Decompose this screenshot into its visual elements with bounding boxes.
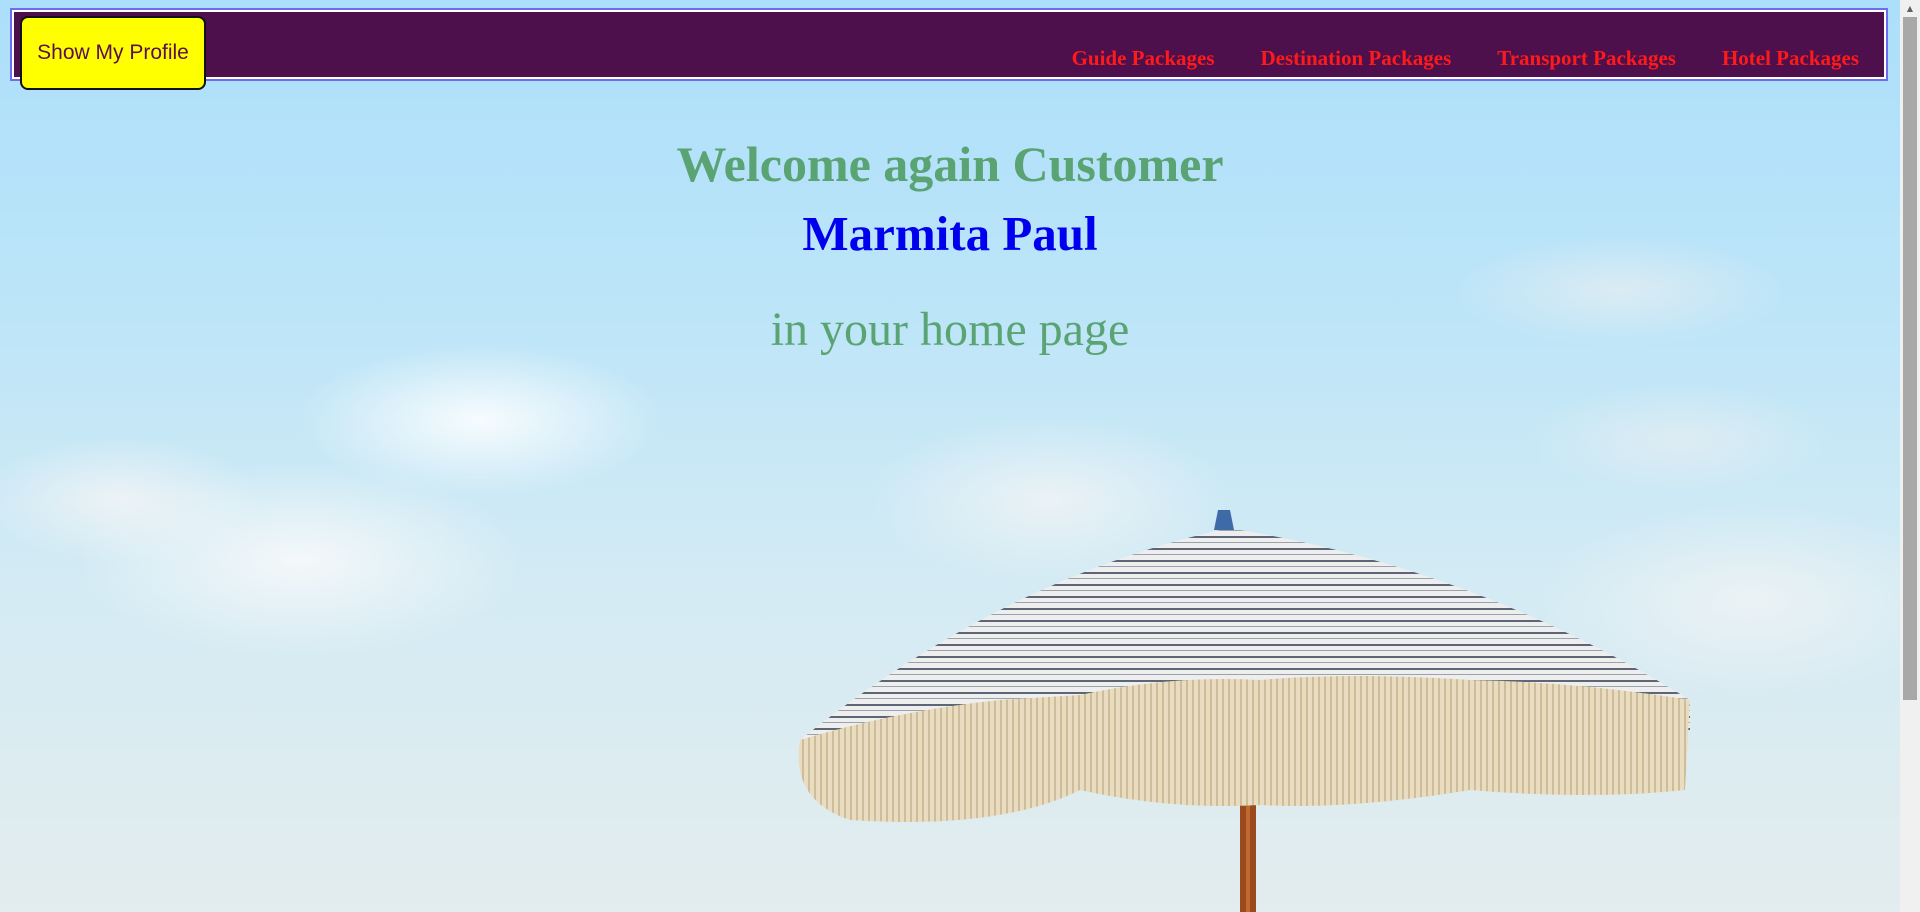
navbar-inner: Guide Packages Destination Packages Tran… bbox=[14, 12, 1884, 77]
beach-umbrella-image bbox=[798, 510, 1690, 912]
customer-name: Marmita Paul bbox=[802, 206, 1098, 261]
scroll-up-arrow-icon[interactable]: ▲ bbox=[1900, 0, 1920, 16]
welcome-heading: Welcome again Customer bbox=[676, 136, 1224, 192]
nav-link-destination-packages[interactable]: Destination Packages bbox=[1261, 46, 1452, 71]
nav-link-transport-packages[interactable]: Transport Packages bbox=[1497, 46, 1676, 71]
top-navbar: Guide Packages Destination Packages Tran… bbox=[10, 8, 1888, 81]
nav-link-hotel-packages[interactable]: Hotel Packages bbox=[1722, 46, 1859, 71]
vertical-scrollbar[interactable]: ▲ bbox=[1900, 0, 1920, 912]
home-page-subtext: in your home page bbox=[770, 303, 1130, 356]
show-profile-button[interactable]: Show My Profile bbox=[20, 16, 206, 90]
nav-link-guide-packages[interactable]: Guide Packages bbox=[1072, 46, 1215, 71]
nav-links: Guide Packages Destination Packages Tran… bbox=[1072, 46, 1859, 71]
scrollbar-thumb[interactable] bbox=[1903, 17, 1917, 700]
